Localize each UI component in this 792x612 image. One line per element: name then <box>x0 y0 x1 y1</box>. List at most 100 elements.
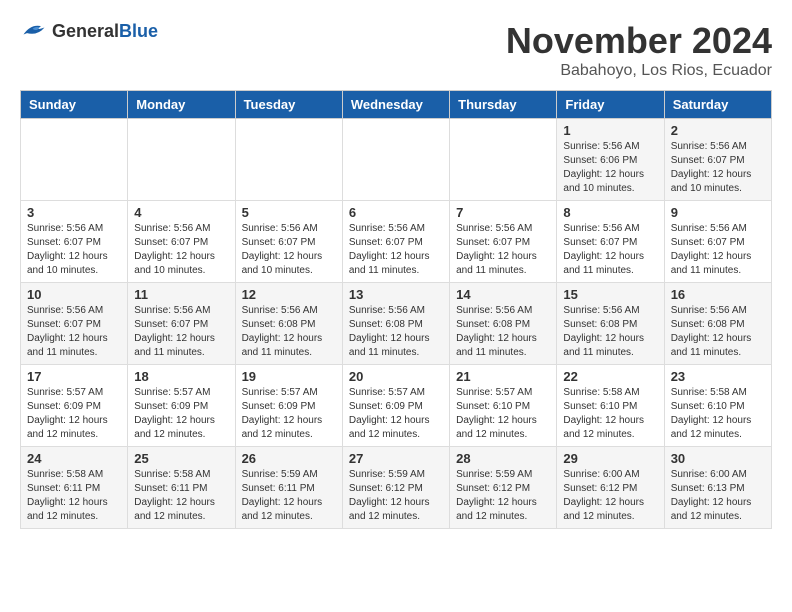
calendar-cell: 12 Sunrise: 5:56 AM Sunset: 6:08 PM Dayli… <box>235 283 342 365</box>
calendar-cell: 5 Sunrise: 5:56 AM Sunset: 6:07 PM Daylig… <box>235 201 342 283</box>
day-number: 21 <box>456 369 550 384</box>
calendar-cell: 4 Sunrise: 5:56 AM Sunset: 6:07 PM Daylig… <box>128 201 235 283</box>
cell-info: Sunrise: 5:56 AM Sunset: 6:08 PM Dayligh… <box>563 304 657 360</box>
cell-info: Sunrise: 5:56 AM Sunset: 6:07 PM Dayligh… <box>456 222 550 278</box>
day-number: 14 <box>456 287 550 302</box>
cell-info: Sunrise: 5:59 AM Sunset: 6:12 PM Dayligh… <box>456 468 550 524</box>
day-number: 16 <box>671 287 765 302</box>
calendar-cell: 29 Sunrise: 6:00 AM Sunset: 6:12 PM Dayli… <box>557 447 664 529</box>
calendar-cell: 16 Sunrise: 5:56 AM Sunset: 6:08 PM Dayli… <box>664 283 771 365</box>
calendar-cell: 23 Sunrise: 5:58 AM Sunset: 6:10 PM Dayli… <box>664 365 771 447</box>
calendar-cell: 1Sunrise: 5:56 AM Sunset: 6:06 PM Daylig… <box>557 119 664 201</box>
calendar-cell: 3Sunrise: 5:56 AM Sunset: 6:07 PM Daylig… <box>21 201 128 283</box>
cell-info: Sunrise: 5:58 AM Sunset: 6:10 PM Dayligh… <box>563 386 657 442</box>
weekday-header: Thursday <box>450 91 557 119</box>
cell-info: Sunrise: 5:56 AM Sunset: 6:07 PM Dayligh… <box>671 140 765 196</box>
calendar-cell: 7 Sunrise: 5:56 AM Sunset: 6:07 PM Daylig… <box>450 201 557 283</box>
calendar-cell: 27 Sunrise: 5:59 AM Sunset: 6:12 PM Dayli… <box>342 447 449 529</box>
calendar-table: SundayMondayTuesdayWednesdayThursdayFrid… <box>20 90 772 529</box>
calendar-cell <box>342 119 449 201</box>
cell-info: Sunrise: 5:56 AM Sunset: 6:07 PM Dayligh… <box>27 304 121 360</box>
location-title: Babahoyo, Los Rios, Ecuador <box>506 62 772 80</box>
weekday-header: Saturday <box>664 91 771 119</box>
weekday-header: Friday <box>557 91 664 119</box>
cell-info: Sunrise: 5:58 AM Sunset: 6:11 PM Dayligh… <box>27 468 121 524</box>
day-number: 23 <box>671 369 765 384</box>
day-number: 11 <box>134 287 228 302</box>
day-number: 18 <box>134 369 228 384</box>
cell-info: Sunrise: 5:56 AM Sunset: 6:07 PM Dayligh… <box>349 222 443 278</box>
day-number: 12 <box>242 287 336 302</box>
cell-info: Sunrise: 5:58 AM Sunset: 6:10 PM Dayligh… <box>671 386 765 442</box>
day-number: 5 <box>242 205 336 220</box>
day-number: 22 <box>563 369 657 384</box>
cell-info: Sunrise: 5:56 AM Sunset: 6:08 PM Dayligh… <box>671 304 765 360</box>
calendar-cell: 20 Sunrise: 5:57 AM Sunset: 6:09 PM Dayli… <box>342 365 449 447</box>
month-title: November 2024 <box>506 20 772 62</box>
day-number: 15 <box>563 287 657 302</box>
calendar-cell <box>21 119 128 201</box>
cell-info: Sunrise: 6:00 AM Sunset: 6:12 PM Dayligh… <box>563 468 657 524</box>
calendar-cell: 19Sunrise: 5:57 AM Sunset: 6:09 PM Dayli… <box>235 365 342 447</box>
weekday-header: Monday <box>128 91 235 119</box>
calendar-cell: 9 Sunrise: 5:56 AM Sunset: 6:07 PM Daylig… <box>664 201 771 283</box>
cell-info: Sunrise: 5:57 AM Sunset: 6:09 PM Dayligh… <box>134 386 228 442</box>
cell-info: Sunrise: 5:59 AM Sunset: 6:12 PM Dayligh… <box>349 468 443 524</box>
cell-info: Sunrise: 5:58 AM Sunset: 6:11 PM Dayligh… <box>134 468 228 524</box>
calendar-cell <box>128 119 235 201</box>
calendar-cell: 11 Sunrise: 5:56 AM Sunset: 6:07 PM Dayli… <box>128 283 235 365</box>
day-number: 6 <box>349 205 443 220</box>
logo-bird-icon <box>20 20 48 42</box>
calendar-cell: 26 Sunrise: 5:59 AM Sunset: 6:11 PM Dayli… <box>235 447 342 529</box>
day-number: 3 <box>27 205 121 220</box>
weekday-header: Wednesday <box>342 91 449 119</box>
cell-info: Sunrise: 5:56 AM Sunset: 6:07 PM Dayligh… <box>563 222 657 278</box>
logo-general: General <box>52 21 119 42</box>
title-area: November 2024 Babahoyo, Los Rios, Ecuado… <box>506 20 772 80</box>
day-number: 4 <box>134 205 228 220</box>
day-number: 26 <box>242 451 336 466</box>
calendar-cell <box>235 119 342 201</box>
day-number: 9 <box>671 205 765 220</box>
calendar-cell: 10 Sunrise: 5:56 AM Sunset: 6:07 PM Dayli… <box>21 283 128 365</box>
calendar-cell: 13 Sunrise: 5:56 AM Sunset: 6:08 PM Dayli… <box>342 283 449 365</box>
cell-info: Sunrise: 5:56 AM Sunset: 6:08 PM Dayligh… <box>349 304 443 360</box>
cell-info: Sunrise: 5:59 AM Sunset: 6:11 PM Dayligh… <box>242 468 336 524</box>
day-number: 7 <box>456 205 550 220</box>
day-number: 13 <box>349 287 443 302</box>
weekday-header: Sunday <box>21 91 128 119</box>
day-number: 24 <box>27 451 121 466</box>
day-number: 17 <box>27 369 121 384</box>
calendar-cell: 21Sunrise: 5:57 AM Sunset: 6:10 PM Dayli… <box>450 365 557 447</box>
cell-info: Sunrise: 5:56 AM Sunset: 6:08 PM Dayligh… <box>242 304 336 360</box>
cell-info: Sunrise: 5:56 AM Sunset: 6:07 PM Dayligh… <box>134 304 228 360</box>
day-number: 27 <box>349 451 443 466</box>
calendar-cell: 15 Sunrise: 5:56 AM Sunset: 6:08 PM Dayli… <box>557 283 664 365</box>
calendar-cell <box>450 119 557 201</box>
cell-info: Sunrise: 5:57 AM Sunset: 6:09 PM Dayligh… <box>349 386 443 442</box>
cell-info: Sunrise: 5:56 AM Sunset: 6:07 PM Dayligh… <box>671 222 765 278</box>
day-number: 10 <box>27 287 121 302</box>
calendar-cell: 2 Sunrise: 5:56 AM Sunset: 6:07 PM Daylig… <box>664 119 771 201</box>
calendar-cell: 25 Sunrise: 5:58 AM Sunset: 6:11 PM Dayli… <box>128 447 235 529</box>
cell-info: Sunrise: 5:57 AM Sunset: 6:09 PM Dayligh… <box>27 386 121 442</box>
calendar-cell: 8 Sunrise: 5:56 AM Sunset: 6:07 PM Daylig… <box>557 201 664 283</box>
calendar-cell: 30Sunrise: 6:00 AM Sunset: 6:13 PM Dayli… <box>664 447 771 529</box>
day-number: 8 <box>563 205 657 220</box>
cell-info: Sunrise: 5:56 AM Sunset: 6:07 PM Dayligh… <box>134 222 228 278</box>
calendar-cell: 18 Sunrise: 5:57 AM Sunset: 6:09 PM Dayli… <box>128 365 235 447</box>
day-number: 30 <box>671 451 765 466</box>
day-number: 25 <box>134 451 228 466</box>
calendar-cell: 22 Sunrise: 5:58 AM Sunset: 6:10 PM Dayli… <box>557 365 664 447</box>
calendar-cell: 14Sunrise: 5:56 AM Sunset: 6:08 PM Dayli… <box>450 283 557 365</box>
day-number: 29 <box>563 451 657 466</box>
day-number: 2 <box>671 123 765 138</box>
day-number: 28 <box>456 451 550 466</box>
cell-info: Sunrise: 5:57 AM Sunset: 6:09 PM Dayligh… <box>242 386 336 442</box>
logo-blue: Blue <box>119 21 158 42</box>
day-number: 20 <box>349 369 443 384</box>
calendar-cell: 17 Sunrise: 5:57 AM Sunset: 6:09 PM Dayli… <box>21 365 128 447</box>
cell-info: Sunrise: 5:56 AM Sunset: 6:07 PM Dayligh… <box>242 222 336 278</box>
weekday-header: Tuesday <box>235 91 342 119</box>
logo: General Blue <box>20 20 158 42</box>
